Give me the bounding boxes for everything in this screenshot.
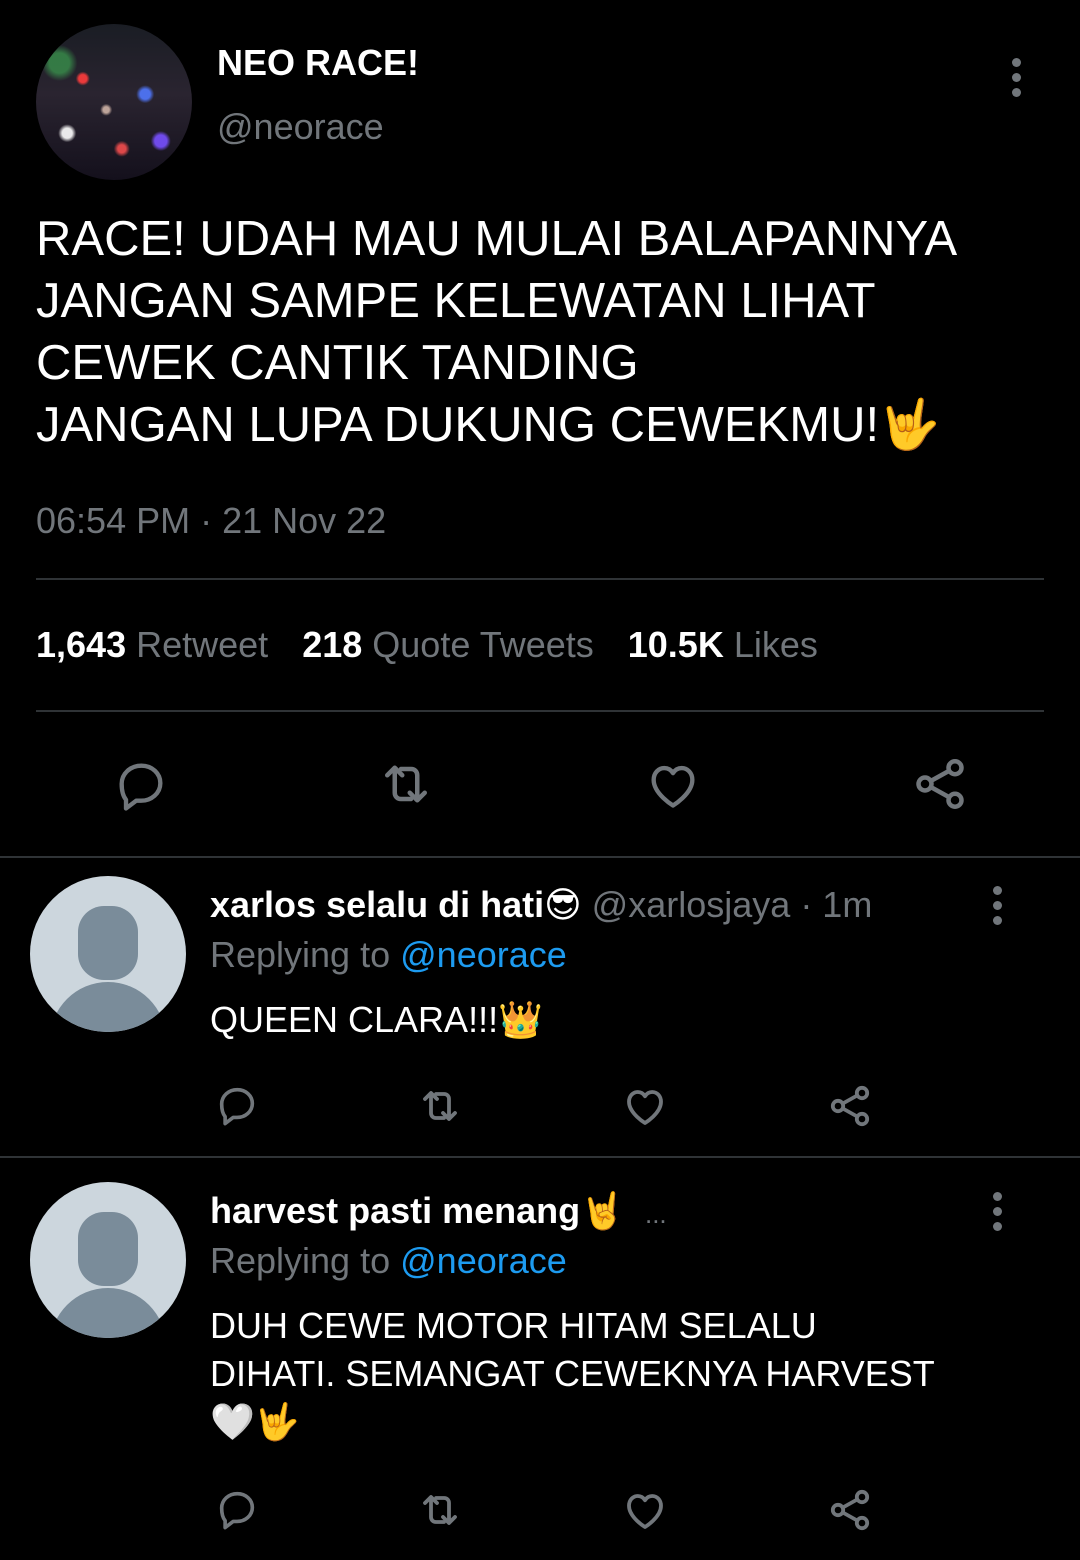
reply-text-line: DUH CEWE MOTOR HITAM SELALU — [210, 1305, 817, 1346]
divider — [0, 856, 1080, 858]
reply-header: xarlos selalu di hati😎 @xarlosjaya · 1m — [210, 884, 872, 926]
like-icon[interactable] — [620, 1082, 670, 1130]
quote-stat[interactable]: 218 Quote Tweets — [302, 624, 594, 665]
tweet-text-line: JANGAN LUPA DUKUNG CEWEKMU! — [36, 398, 880, 452]
reply-icon[interactable] — [214, 1486, 260, 1532]
reply-icon[interactable] — [214, 1082, 260, 1128]
retweet-stat[interactable]: 1,643 Retweet — [36, 624, 268, 665]
tweet-text-line: JANGAN SAMPE KELEWATAN LIHAT — [36, 274, 876, 328]
replying-to-handle[interactable]: @neorace — [400, 1240, 567, 1281]
share-icon[interactable] — [826, 1082, 874, 1130]
reply-text-line: DIHATI. SEMANGAT CEWEKNYA HARVEST — [210, 1353, 935, 1394]
reply-text-line: 🤍🤟 — [210, 1401, 300, 1442]
reply-text: DUH CEWE MOTOR HITAM SELALU DIHATI. SEMA… — [210, 1302, 1030, 1446]
tweet-text-line: CEWEK CANTIK TANDING — [36, 336, 639, 390]
author-avatar[interactable] — [36, 24, 192, 180]
tweet-text: RACE! UDAH MAU MULAI BALAPANNYA JANGAN S… — [36, 208, 1036, 456]
share-icon[interactable] — [910, 754, 970, 814]
retweet-icon[interactable] — [414, 1082, 466, 1130]
reply-icon[interactable] — [112, 756, 170, 814]
author-handle[interactable]: @neorace — [217, 106, 384, 148]
retweet-icon[interactable] — [374, 754, 438, 814]
divider — [36, 578, 1044, 580]
author-name[interactable]: NEO RACE! — [217, 42, 419, 84]
reply-time: · 1m — [800, 884, 873, 925]
reply-header: harvest pasti menang🤘 ... — [210, 1190, 667, 1232]
replying-to: Replying to @neorace — [210, 1240, 567, 1281]
retweet-icon[interactable] — [414, 1486, 466, 1534]
reply-author-name[interactable]: xarlos selalu di hati😎 — [210, 884, 582, 925]
tweet-timestamp[interactable]: 06:54 PM · 21 Nov 22 — [36, 500, 386, 542]
reply-avatar[interactable] — [30, 1182, 186, 1338]
likes-stat[interactable]: 10.5K Likes — [628, 624, 818, 665]
divider — [0, 1156, 1080, 1158]
reply-text: QUEEN CLARA!!!👑 — [210, 999, 543, 1040]
reply-author-handle[interactable]: @xarlosjaya — [592, 884, 791, 925]
like-icon[interactable] — [620, 1486, 670, 1534]
replying-to: Replying to @neorace — [210, 934, 567, 975]
like-icon[interactable] — [642, 756, 704, 814]
more-options-icon[interactable] — [993, 1192, 1005, 1237]
replying-to-handle[interactable]: @neorace — [400, 934, 567, 975]
more-options-icon[interactable] — [993, 886, 1005, 931]
tweet-text-line: RACE! UDAH MAU MULAI BALAPANNYA — [36, 212, 958, 266]
name-truncation-ellipsis: ... — [644, 1199, 667, 1229]
share-icon[interactable] — [826, 1486, 874, 1534]
tweet-stats: 1,643 Retweet 218 Quote Tweets 10.5K Likes — [36, 624, 818, 666]
more-options-icon[interactable] — [1012, 58, 1024, 103]
love-you-gesture-emoji: 🤟 — [879, 398, 941, 452]
reply-avatar[interactable] — [30, 876, 186, 1032]
reply-author-name[interactable]: harvest pasti menang🤘 — [210, 1190, 625, 1231]
divider — [36, 710, 1044, 712]
